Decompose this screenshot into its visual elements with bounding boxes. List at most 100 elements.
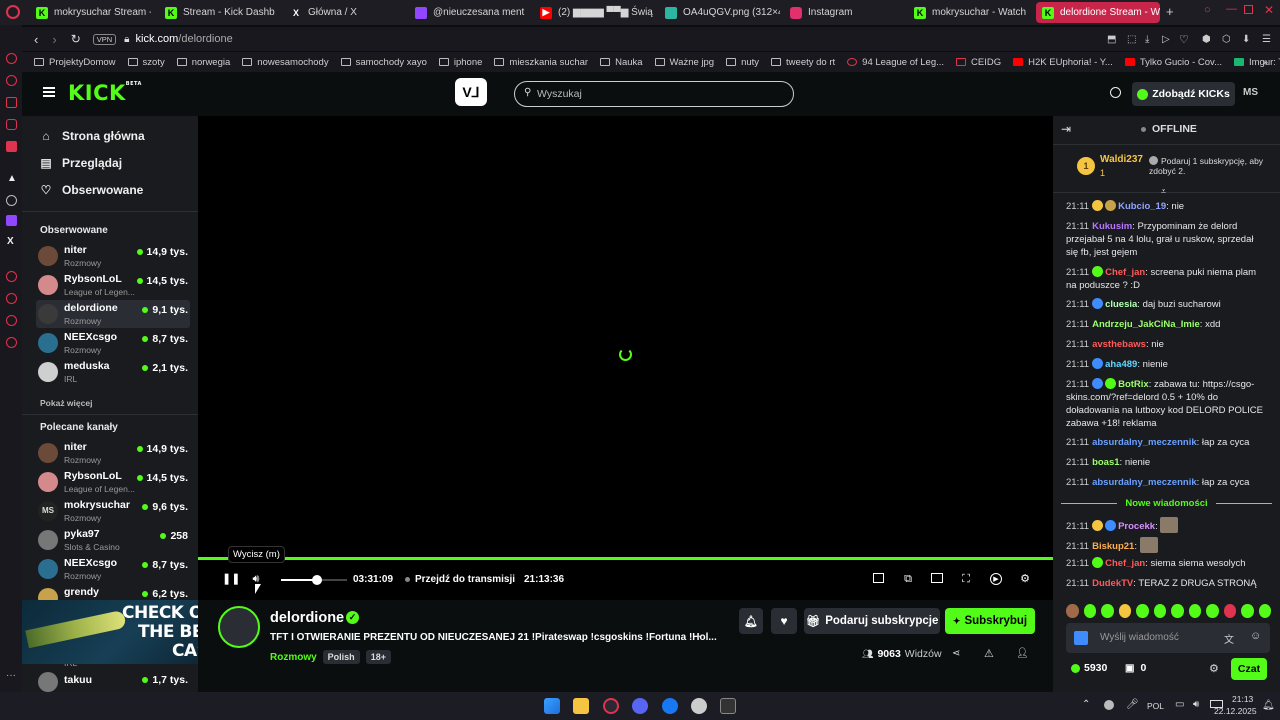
- chatgpt-icon[interactable]: [6, 195, 17, 206]
- browser-tab[interactable]: X Główna / X: [290, 2, 405, 23]
- player-icon[interactable]: [6, 119, 17, 130]
- vpn-badge[interactable]: VPN: [92, 33, 117, 45]
- emote-icon[interactable]: [1136, 604, 1149, 618]
- url-field[interactable]: kick.com/delordione: [136, 33, 233, 45]
- chat-username[interactable]: Biskup21: [1092, 541, 1134, 552]
- notification-bell-button[interactable]: 🔔︎: [739, 608, 763, 634]
- bookmark-item[interactable]: 94 League of Leg...: [847, 57, 944, 68]
- hamburger-menu-icon[interactable]: [43, 87, 55, 97]
- nav-home[interactable]: ⌂ Strona główna: [40, 129, 144, 143]
- tray-app-icon[interactable]: [1104, 700, 1114, 710]
- emoji-icon[interactable]: ☺: [1250, 630, 1261, 642]
- pause-icon[interactable]: ❚❚: [222, 573, 240, 585]
- nav-browse[interactable]: ▤ Przeglądaj: [40, 156, 122, 170]
- wallet-icon[interactable]: [6, 97, 17, 108]
- chat-settings-icon[interactable]: ⚙: [1209, 662, 1219, 675]
- tag-pill[interactable]: Polish: [322, 650, 360, 664]
- bookmark-item[interactable]: Ważne jpg: [654, 57, 714, 68]
- rewind-icon[interactable]: ▶: [990, 573, 1002, 585]
- jump-to-live-button[interactable]: Przejdź do transmisji: [405, 574, 515, 585]
- browser-tab[interactable]: Kmokrysuchar - Watch cli: [914, 2, 1029, 23]
- pinned-toggle-icon[interactable]: ⩡: [1161, 186, 1166, 197]
- tray-chevron-icon[interactable]: ⌃: [1082, 699, 1090, 710]
- collapse-chat-icon[interactable]: ⇥: [1061, 122, 1071, 136]
- video-player[interactable]: [198, 116, 1053, 560]
- recommended-channel[interactable]: MS mokrysuchar Rozmowy 9,6 tys.: [36, 497, 190, 525]
- recommended-channel[interactable]: NEEXcsgo Rozmowy 8,7 tys.: [36, 555, 190, 583]
- bookmark-item[interactable]: Imgur: The most a...: [1234, 57, 1280, 68]
- bookmark-item[interactable]: H2K EUphoria! - Y...: [1013, 57, 1113, 68]
- chat-username[interactable]: absurdalny_meczennik: [1092, 477, 1197, 488]
- history-icon[interactable]: [6, 75, 17, 86]
- emote-icon[interactable]: [1066, 604, 1079, 618]
- microphone-icon[interactable]: 🎤︎: [1126, 699, 1139, 710]
- emote-icon[interactable]: [1171, 604, 1184, 618]
- extensions-icon[interactable]: ⬢: [1202, 34, 1211, 45]
- file-explorer-icon[interactable]: [573, 698, 589, 714]
- bookmark-item[interactable]: Nauka: [600, 57, 643, 68]
- windows-start-icon[interactable]: [544, 698, 560, 714]
- chat-username[interactable]: boas1: [1092, 457, 1119, 468]
- chat-username[interactable]: DudekTV: [1092, 578, 1133, 589]
- bookmark-item[interactable]: CEIDG: [956, 57, 1001, 68]
- bookmark-page-icon[interactable]: ⬒: [1107, 34, 1116, 45]
- theater-mode-icon[interactable]: [931, 573, 943, 583]
- channel-avatar[interactable]: [218, 606, 260, 648]
- subscribe-button[interactable]: ✦ Subskrybuj: [945, 608, 1035, 634]
- followed-channel-active[interactable]: delordione Rozmowy 9,1 tys.: [36, 300, 190, 328]
- terminal-icon[interactable]: [720, 698, 736, 714]
- progress-bar[interactable]: [198, 557, 1053, 560]
- recommended-channel[interactable]: pyka97 Slots & Casino 258: [36, 526, 190, 554]
- share-icon[interactable]: ⬡: [1222, 34, 1231, 45]
- tag-pill[interactable]: 18+: [365, 650, 391, 664]
- downloads-icon[interactable]: ⬇: [1242, 34, 1250, 45]
- bookmark-item[interactable]: iphone: [438, 57, 482, 68]
- steam-icon[interactable]: [691, 698, 707, 714]
- browser-tab[interactable]: Kmokrysuchar Stream - W: [36, 2, 151, 23]
- twitch-side-icon[interactable]: [6, 215, 17, 226]
- chat-input[interactable]: Wyślij wiadomość 文 ☺: [1066, 623, 1270, 653]
- followed-channel[interactable]: niter Rozmowy 14,9 tys.: [36, 242, 190, 270]
- recommended-channel[interactable]: RybsonLoL League of Legen... 14,5 tys.: [36, 468, 190, 496]
- browser-tab[interactable]: Instagram: [790, 2, 905, 23]
- emote-icon[interactable]: [1188, 604, 1201, 618]
- chat-username[interactable]: BotRix: [1118, 379, 1149, 390]
- category-link[interactable]: Rozmowy: [270, 652, 317, 663]
- bookmark-item[interactable]: samochody xayo: [340, 57, 427, 68]
- clip-icon[interactable]: ⧉: [902, 573, 914, 585]
- search-tabs-icon[interactable]: ○: [1204, 4, 1211, 16]
- notifications-icon[interactable]: [1110, 87, 1121, 98]
- recommended-channel[interactable]: takuu 1,7 tys.: [36, 672, 190, 692]
- gifter-name[interactable]: Waldi237: [1100, 154, 1143, 165]
- browser-tab[interactable]: @nieuczesana ment: [415, 2, 530, 23]
- emote-icon[interactable]: [1258, 604, 1271, 618]
- followed-channel[interactable]: meduska IRL 2,1 tys.: [36, 358, 190, 386]
- chat-username[interactable]: Andrzeju_JakCiNa_Imie: [1092, 319, 1200, 330]
- search-input[interactable]: ⚲ Wyszukaj: [514, 81, 794, 107]
- menu-icon[interactable]: ☰: [1262, 34, 1271, 45]
- browser-tab[interactable]: K Stream - Kick Dashb: [165, 2, 280, 23]
- bookmark-item[interactable]: mieszkania suchar: [494, 57, 588, 68]
- bookmark-item[interactable]: tweety do rt: [771, 57, 835, 68]
- follow-heart-button[interactable]: ♥: [771, 608, 797, 634]
- chat-username[interactable]: aha489: [1105, 359, 1137, 370]
- download-icon[interactable]: ⤓: [1145, 34, 1149, 45]
- volume-knob[interactable]: [312, 575, 323, 585]
- heart-icon[interactable]: ♡: [1179, 33, 1189, 46]
- avatar[interactable]: MS: [1243, 87, 1258, 98]
- chat-username[interactable]: Chef_jan: [1105, 267, 1145, 278]
- vo-logo-icon[interactable]: V⅃: [455, 78, 487, 106]
- minimize-icon[interactable]: —: [1226, 3, 1237, 15]
- chat-username[interactable]: cluesia: [1105, 299, 1137, 310]
- gmail-icon[interactable]: [6, 141, 17, 152]
- recommended-channel[interactable]: niter Rozmowy 14,9 tys.: [36, 439, 190, 467]
- fullscreen-icon[interactable]: ⛶: [960, 573, 972, 585]
- emote-icon[interactable]: [1153, 604, 1166, 618]
- bookmark-item[interactable]: nuty: [726, 57, 759, 68]
- report-icon[interactable]: ⚠: [984, 647, 994, 660]
- play-icon[interactable]: ▷: [1162, 34, 1170, 45]
- bookmark-item[interactable]: nowesamochody: [242, 57, 329, 68]
- close-window-icon[interactable]: ✕: [1264, 3, 1274, 17]
- notification-center-icon[interactable]: 🔔︎: [1262, 700, 1275, 711]
- network-icon[interactable]: ▭: [1175, 699, 1184, 710]
